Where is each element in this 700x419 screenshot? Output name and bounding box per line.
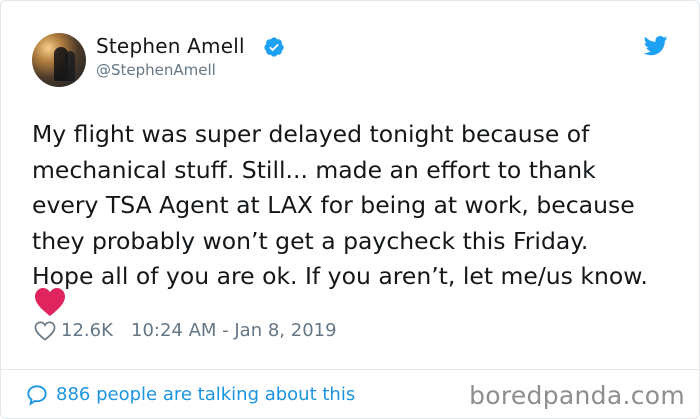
timestamp[interactable]: 10:24 AM - Jan 8, 2019	[131, 320, 337, 341]
user-name[interactable]: Stephen Amell	[96, 34, 245, 58]
watermark-logo: boredpanda.com	[469, 381, 685, 410]
verified-badge-icon	[264, 37, 284, 57]
tweet-text: My flight was super delayed tonight beca…	[32, 120, 648, 290]
heart-outline-icon[interactable]	[34, 321, 56, 341]
like-count[interactable]: 12.6K	[61, 320, 113, 341]
talking-about-text[interactable]: 886 people are talking about this	[56, 384, 355, 405]
divider	[1, 369, 699, 370]
tweet-card: Stephen Amell @StephenAmell My flight wa…	[0, 0, 700, 419]
user-handle[interactable]: @StephenAmell	[96, 61, 216, 79]
red-heart-emoji-icon	[35, 288, 65, 316]
tweet-header: Stephen Amell @StephenAmell	[1, 1, 699, 101]
avatar[interactable]	[32, 33, 86, 87]
twitter-bird-icon[interactable]	[644, 36, 668, 56]
speech-bubble-icon	[27, 385, 47, 406]
